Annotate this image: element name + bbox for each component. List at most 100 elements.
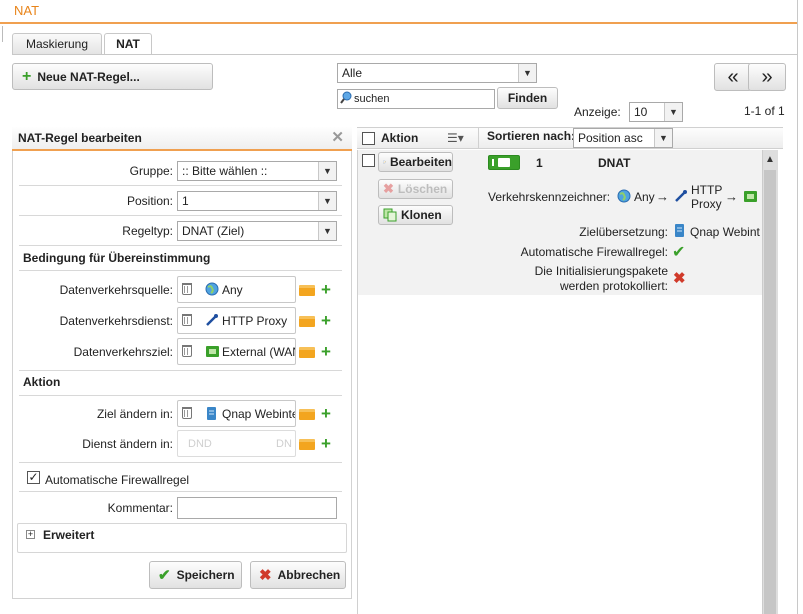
- traffic-service-line1: HTTP: [691, 183, 723, 197]
- dest-label: Datenverkehrsziel:: [73, 345, 173, 359]
- check-icon: ✔: [672, 244, 686, 261]
- position-label: Position:: [126, 194, 173, 208]
- tab-nat[interactable]: NAT: [104, 33, 152, 55]
- sort-label: Sortieren nach:: [487, 129, 576, 143]
- divider: [19, 215, 342, 216]
- trash-icon[interactable]: [182, 407, 192, 419]
- scrollbar-thumb[interactable]: [764, 170, 776, 614]
- folder-icon[interactable]: [299, 316, 315, 327]
- traffic-service: HTTP Proxy: [691, 183, 722, 211]
- action-column-header: Aktion: [381, 131, 419, 145]
- chevron-down-icon: ▼: [318, 222, 336, 240]
- divider: [19, 395, 342, 396]
- folder-icon[interactable]: [299, 439, 315, 450]
- next-page-button[interactable]: »: [748, 63, 786, 91]
- source-dropbox[interactable]: Any: [177, 276, 296, 303]
- x-icon: ✖: [259, 567, 272, 584]
- prev-page-button[interactable]: «: [714, 63, 752, 91]
- interface-icon: [743, 190, 758, 206]
- folder-icon[interactable]: [299, 285, 315, 296]
- chevron-down-icon: ▼: [654, 129, 672, 147]
- log-label-line2: werden protokolliert:: [559, 279, 668, 293]
- change-service-placeholder-2: DN: [276, 438, 292, 450]
- folder-icon[interactable]: [299, 409, 315, 420]
- position-select[interactable]: 1 ▼: [177, 191, 337, 211]
- plus-icon[interactable]: +: [321, 281, 331, 298]
- position-value: 1: [182, 194, 189, 208]
- change-target-label: Ziel ändern in:: [96, 407, 173, 421]
- divider: [478, 127, 479, 149]
- rule-toggle[interactable]: [488, 155, 520, 170]
- edit-panel-header: NAT-Regel bearbeiten ✕: [12, 127, 352, 151]
- arrow-icon: →: [656, 189, 669, 204]
- clone-button[interactable]: Klonen: [378, 205, 453, 225]
- rule-number: 1: [536, 156, 543, 170]
- globe-icon: [205, 282, 219, 299]
- group-select[interactable]: :: Bitte wählen :: ▼: [177, 161, 337, 181]
- scroll-up-icon[interactable]: ▲: [765, 154, 775, 165]
- filter-select[interactable]: Alle ▼: [337, 63, 537, 83]
- advanced-section[interactable]: + Erweitert: [17, 523, 347, 553]
- rule-type: DNAT: [598, 156, 631, 170]
- auto-firewall-checkbox[interactable]: ✓: [27, 471, 40, 484]
- sort-select[interactable]: Position asc ▼: [573, 128, 673, 148]
- source-label: Datenverkehrsquelle:: [59, 283, 173, 297]
- clone-label: Klonen: [401, 208, 442, 222]
- delete-button[interactable]: ✖ Löschen: [378, 179, 453, 199]
- trash-icon[interactable]: [182, 283, 192, 295]
- check-icon: ✔: [158, 567, 171, 584]
- trash-icon[interactable]: [182, 345, 192, 357]
- row-checkbox[interactable]: [362, 154, 375, 167]
- edit-button[interactable]: Bearbeiten: [378, 152, 453, 172]
- search-icon: [340, 91, 352, 104]
- chevron-down-icon: ▼: [664, 103, 682, 121]
- comment-label: Kommentar:: [107, 501, 173, 515]
- comment-input[interactable]: [177, 497, 337, 519]
- cancel-label: Abbrechen: [277, 568, 341, 582]
- log-label-line1: Die Initialisierungspakete: [534, 264, 668, 278]
- left-edge: [0, 26, 3, 42]
- chevron-down-icon: ▼: [518, 64, 536, 82]
- traffic-service-line2: Proxy: [691, 197, 722, 211]
- clone-icon: [383, 208, 397, 222]
- save-button[interactable]: ✔ Speichern: [149, 561, 242, 589]
- change-service-label: Dienst ändern in:: [82, 437, 173, 451]
- dest-dropbox[interactable]: External (WAN): [177, 338, 296, 365]
- edit-icon: [383, 160, 386, 164]
- display-count-select[interactable]: 10 ▼: [629, 102, 683, 122]
- change-service-placeholder: DND: [188, 438, 212, 450]
- change-target-dropbox[interactable]: Qnap Webinterface: [177, 400, 296, 427]
- display-label: Anzeige:: [574, 105, 621, 119]
- find-button[interactable]: Finden: [497, 87, 558, 109]
- new-nat-rule-button[interactable]: + Neue NAT-Regel...: [12, 63, 213, 90]
- dest-value: External (WAN): [222, 345, 295, 359]
- divider: [357, 150, 358, 614]
- plus-icon[interactable]: +: [321, 343, 331, 360]
- tab-maskierung[interactable]: Maskierung: [12, 33, 102, 54]
- change-service-dropbox[interactable]: DND DN: [177, 430, 296, 457]
- service-label: Datenverkehrsdienst:: [59, 314, 173, 328]
- delete-label: Löschen: [397, 182, 448, 196]
- ruletype-select[interactable]: DNAT (Ziel) ▼: [177, 221, 337, 241]
- group-label: Gruppe:: [129, 164, 173, 178]
- globe-icon: [617, 189, 631, 206]
- cancel-button[interactable]: ✖ Abbrechen: [250, 561, 346, 589]
- plus-icon: +: [22, 67, 32, 85]
- columns-menu-icon[interactable]: ☰▾: [447, 131, 464, 145]
- divider: [19, 462, 342, 463]
- auto-firewall-grid-label: Automatische Firewallregel:: [520, 245, 668, 259]
- select-all-checkbox[interactable]: [362, 132, 375, 145]
- divider: [19, 270, 342, 271]
- expand-icon[interactable]: +: [26, 530, 35, 539]
- wrench-icon: [674, 189, 688, 206]
- plus-icon[interactable]: +: [321, 405, 331, 422]
- plus-icon[interactable]: +: [321, 312, 331, 329]
- close-icon[interactable]: ✕: [331, 130, 344, 146]
- save-label: Speichern: [176, 568, 235, 582]
- folder-icon[interactable]: [299, 347, 315, 358]
- search-input[interactable]: suchen: [337, 89, 495, 109]
- service-dropbox[interactable]: HTTP Proxy: [177, 307, 296, 334]
- edit-label: Bearbeiten: [389, 155, 452, 169]
- plus-icon[interactable]: +: [321, 435, 331, 452]
- trash-icon[interactable]: [182, 314, 192, 326]
